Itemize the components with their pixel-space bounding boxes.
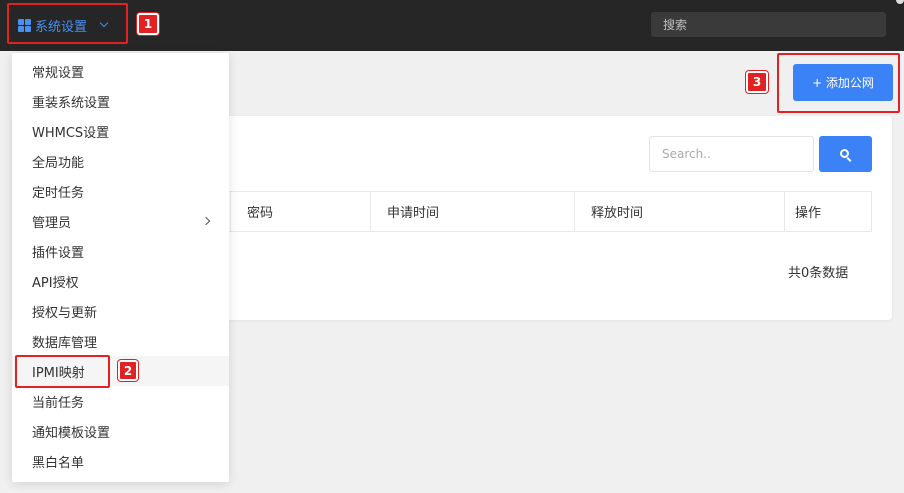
- menu-item-plugin-settings[interactable]: 插件设置: [12, 236, 229, 266]
- add-public-network-button[interactable]: + 添加公网: [793, 64, 893, 101]
- menu-item-label: IPMI映射: [32, 365, 85, 381]
- column-header-release-time[interactable]: 释放时间: [575, 192, 785, 231]
- menu-item-label: 定时任务: [32, 185, 85, 201]
- menu-item-label: 授权与更新: [32, 305, 98, 321]
- column-header-apply-time[interactable]: 申请时间: [371, 192, 575, 231]
- chevron-down-icon: [99, 18, 109, 28]
- search-icon: [840, 148, 849, 158]
- menu-item-scheduled-tasks[interactable]: 定时任务: [12, 176, 229, 206]
- menu-item-label: 全局功能: [32, 155, 85, 171]
- top-search-input[interactable]: [651, 12, 886, 37]
- menu-item-label: 数据库管理: [32, 335, 98, 351]
- menu-item-label: 管理员: [32, 215, 72, 231]
- menu-item-label: 当前任务: [32, 395, 85, 411]
- column-header-password[interactable]: 密码: [231, 192, 371, 231]
- menu-item-label: 重装系统设置: [32, 95, 111, 111]
- menu-item-label: API授权: [32, 275, 79, 291]
- menu-item-notification-templates[interactable]: 通知模板设置: [12, 416, 229, 446]
- menu-item-license-update[interactable]: 授权与更新: [12, 296, 229, 326]
- menu-item-api-auth[interactable]: API授权: [12, 266, 229, 296]
- user-avatar[interactable]: [896, 0, 904, 4]
- menu-item-label: 常规设置: [32, 65, 85, 81]
- system-settings-dropdown: 常规设置 重装系统设置 WHMCS设置 全局功能 定时任务 管理员 插件设置 A…: [12, 53, 229, 482]
- menu-item-current-tasks[interactable]: 当前任务: [12, 386, 229, 416]
- menu-item-label: WHMCS设置: [32, 125, 110, 141]
- annotation-badge-3: 3: [746, 71, 768, 93]
- grid-icon: [18, 18, 31, 32]
- menu-item-whmcs-settings[interactable]: WHMCS设置: [12, 116, 229, 146]
- system-settings-menu[interactable]: 系统设置: [18, 15, 109, 35]
- system-settings-label: 系统设置: [35, 19, 88, 35]
- menu-item-label: 黑白名单: [32, 455, 85, 471]
- table-search-input[interactable]: [649, 136, 814, 172]
- menu-item-database-management[interactable]: 数据库管理: [12, 326, 229, 356]
- annotation-badge-2: 2: [118, 360, 138, 381]
- menu-item-label: 通知模板设置: [32, 425, 111, 441]
- top-navbar: 系统设置: [0, 0, 904, 51]
- menu-item-label: 插件设置: [32, 245, 85, 261]
- menu-item-reinstall-settings[interactable]: 重装系统设置: [12, 86, 229, 116]
- menu-item-global-features[interactable]: 全局功能: [12, 146, 229, 176]
- menu-item-general-settings[interactable]: 常规设置: [12, 56, 229, 86]
- column-header-actions: 操作: [795, 206, 822, 221]
- chevron-right-icon: [201, 216, 211, 226]
- menu-item-administrators[interactable]: 管理员: [12, 206, 229, 236]
- annotation-badge-1: 1: [137, 13, 159, 35]
- total-count: 共0条数据: [788, 266, 849, 281]
- menu-item-blacklist-whitelist[interactable]: 黑白名单: [12, 446, 229, 476]
- search-button[interactable]: [819, 136, 872, 172]
